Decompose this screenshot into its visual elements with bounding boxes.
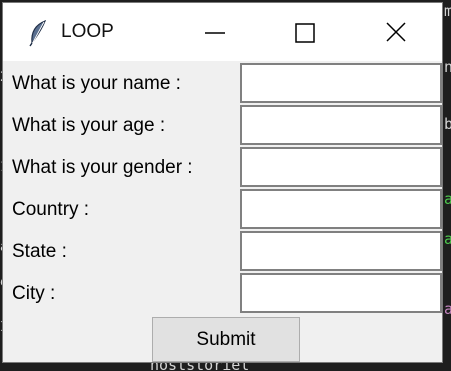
background-glyph: b [444, 115, 451, 133]
city-label: City : [12, 283, 56, 304]
country-label: Country : [12, 199, 90, 220]
background-glyph: a [444, 190, 451, 208]
age-field[interactable] [240, 105, 442, 145]
feather-icon [29, 19, 47, 47]
window-title: LOOP [61, 21, 114, 42]
age-label: What is your age : [12, 115, 166, 136]
city-field[interactable] [240, 273, 442, 313]
background-glyph: a [444, 300, 451, 318]
app-window: LOOP What is your name : What is your ag… [2, 2, 443, 363]
state-field[interactable] [240, 231, 442, 271]
state-label: State : [12, 241, 67, 262]
background-text-row: hoststoriel [0, 362, 451, 371]
country-field[interactable] [240, 189, 442, 229]
background-glyph: n [444, 58, 451, 76]
close-icon[interactable] [376, 15, 416, 51]
name-label: What is your name : [12, 73, 181, 94]
name-field[interactable] [240, 63, 442, 103]
background-glyph: m [444, 2, 451, 20]
maximize-icon[interactable] [285, 15, 325, 51]
minimize-icon[interactable] [195, 15, 235, 51]
background-glyph: a [444, 230, 451, 248]
gender-field[interactable] [240, 147, 442, 187]
title-bar[interactable]: LOOP [3, 3, 442, 61]
gender-label: What is your gender : [12, 157, 193, 178]
background-text: hoststoriel [150, 362, 250, 371]
submit-button[interactable]: Submit [152, 317, 300, 362]
